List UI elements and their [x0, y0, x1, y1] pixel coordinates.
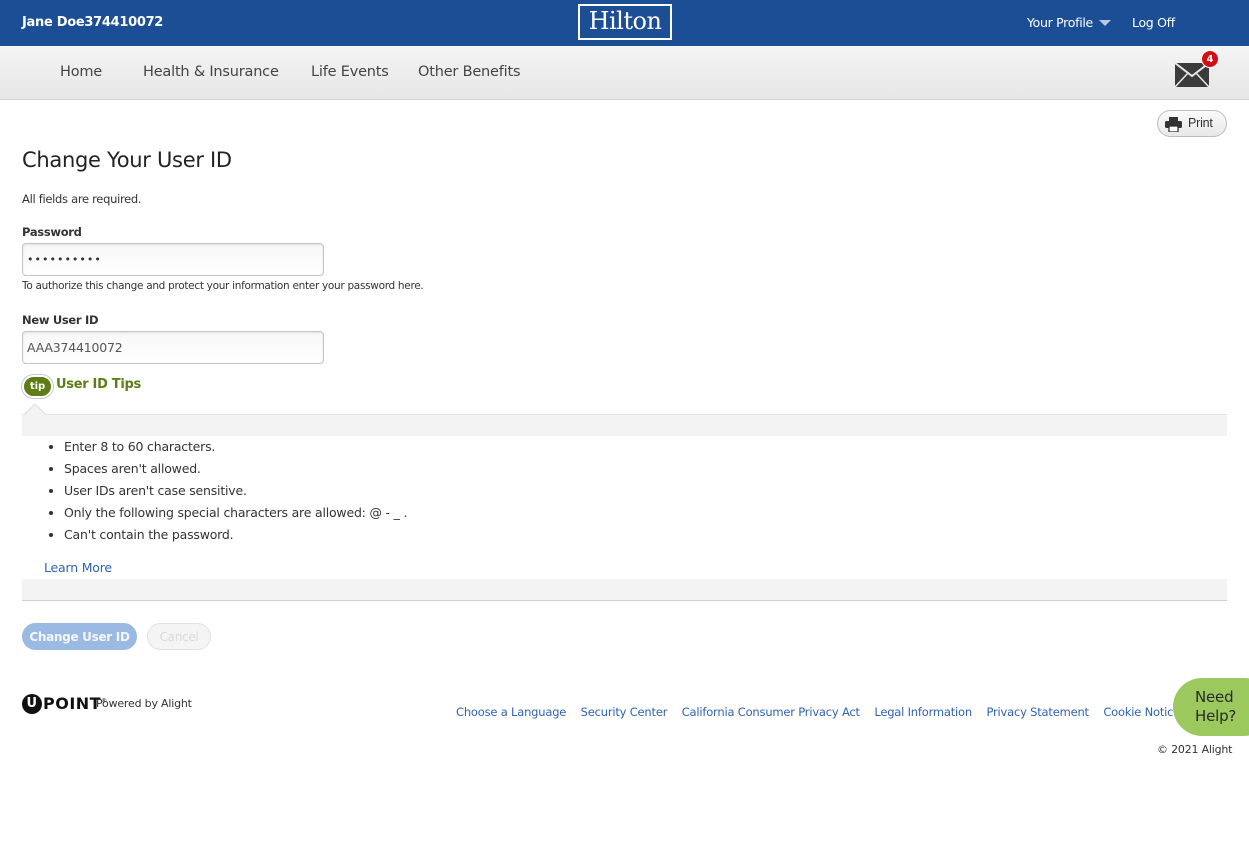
- user-id-tips-toggle[interactable]: User ID Tips: [56, 377, 141, 392]
- page-title: Change Your User ID: [22, 148, 232, 172]
- tips-panel-pointer-inner: [25, 405, 45, 415]
- footer-link-legal-information[interactable]: Legal Information: [874, 705, 972, 719]
- cancel-button[interactable]: Cancel: [147, 623, 211, 650]
- copyright-text: © 2021 Alight: [1157, 743, 1233, 756]
- need-help-line2: Help?: [1195, 707, 1237, 725]
- top-header-bar: Jane Doe374410072 Hilton Your Profile Lo…: [0, 0, 1249, 46]
- footer-link-security-center[interactable]: Security Center: [581, 705, 668, 719]
- tips-panel-header: [22, 414, 1227, 436]
- tip-icon[interactable]: tip: [22, 375, 53, 398]
- nav-item-life-events[interactable]: Life Events: [311, 64, 389, 80]
- main-navigation: Home Health & Insurance Life Events Othe…: [0, 46, 1249, 100]
- your-profile-label: Your Profile: [1027, 15, 1093, 30]
- list-item: User IDs aren't case sensitive.: [64, 482, 407, 504]
- list-item: Spaces aren't allowed.: [64, 460, 407, 482]
- your-profile-menu[interactable]: Your Profile: [1027, 15, 1111, 30]
- required-fields-note: All fields are required.: [22, 192, 142, 206]
- user-name: Jane Doe374410072: [22, 15, 164, 30]
- nav-item-health-insurance[interactable]: Health & Insurance: [143, 64, 279, 80]
- footer-link-ccpa[interactable]: California Consumer Privacy Act: [682, 705, 860, 719]
- print-label: Print: [1188, 116, 1213, 130]
- tips-panel-footer: [22, 579, 1227, 601]
- new-user-id-field[interactable]: [22, 331, 324, 364]
- powered-by-alight: Powered by Alight: [96, 697, 192, 710]
- hilton-logo[interactable]: Hilton: [578, 4, 672, 40]
- password-field[interactable]: [22, 243, 324, 276]
- password-label: Password: [22, 225, 82, 239]
- password-help-text: To authorize this change and protect you…: [22, 280, 424, 292]
- need-help-chat-button[interactable]: Need Help?: [1173, 678, 1249, 736]
- footer-link-cookie-notice[interactable]: Cookie Notice: [1103, 705, 1180, 719]
- new-user-id-label: New User ID: [22, 313, 99, 327]
- chevron-down-icon: [1098, 19, 1111, 26]
- footer-links: Choose a Language Security Center Califo…: [456, 705, 1213, 719]
- footer-link-choose-language[interactable]: Choose a Language: [456, 705, 566, 719]
- nav-item-other-benefits[interactable]: Other Benefits: [418, 64, 521, 80]
- list-item: Only the following special characters ar…: [64, 504, 407, 526]
- mail-count-badge: 4: [1201, 50, 1219, 68]
- footer-link-privacy-statement[interactable]: Privacy Statement: [986, 705, 1089, 719]
- log-off-link[interactable]: Log Off: [1132, 15, 1175, 30]
- list-item: Enter 8 to 60 characters.: [64, 438, 407, 460]
- need-help-line1: Need: [1195, 688, 1234, 706]
- upoint-logo: U POINT®: [22, 694, 108, 716]
- upoint-wordmark: POINT: [43, 694, 102, 713]
- learn-more-link[interactable]: Learn More: [44, 560, 112, 575]
- user-id-tips-list: Enter 8 to 60 characters. Spaces aren't …: [64, 438, 407, 548]
- nav-item-home[interactable]: Home: [60, 64, 102, 80]
- upoint-u-mark: U: [22, 694, 42, 714]
- print-button[interactable]: Print: [1157, 110, 1227, 137]
- list-item: Can't contain the password.: [64, 526, 407, 548]
- printer-icon: [1165, 117, 1182, 132]
- change-user-id-button[interactable]: Change User ID: [22, 623, 137, 650]
